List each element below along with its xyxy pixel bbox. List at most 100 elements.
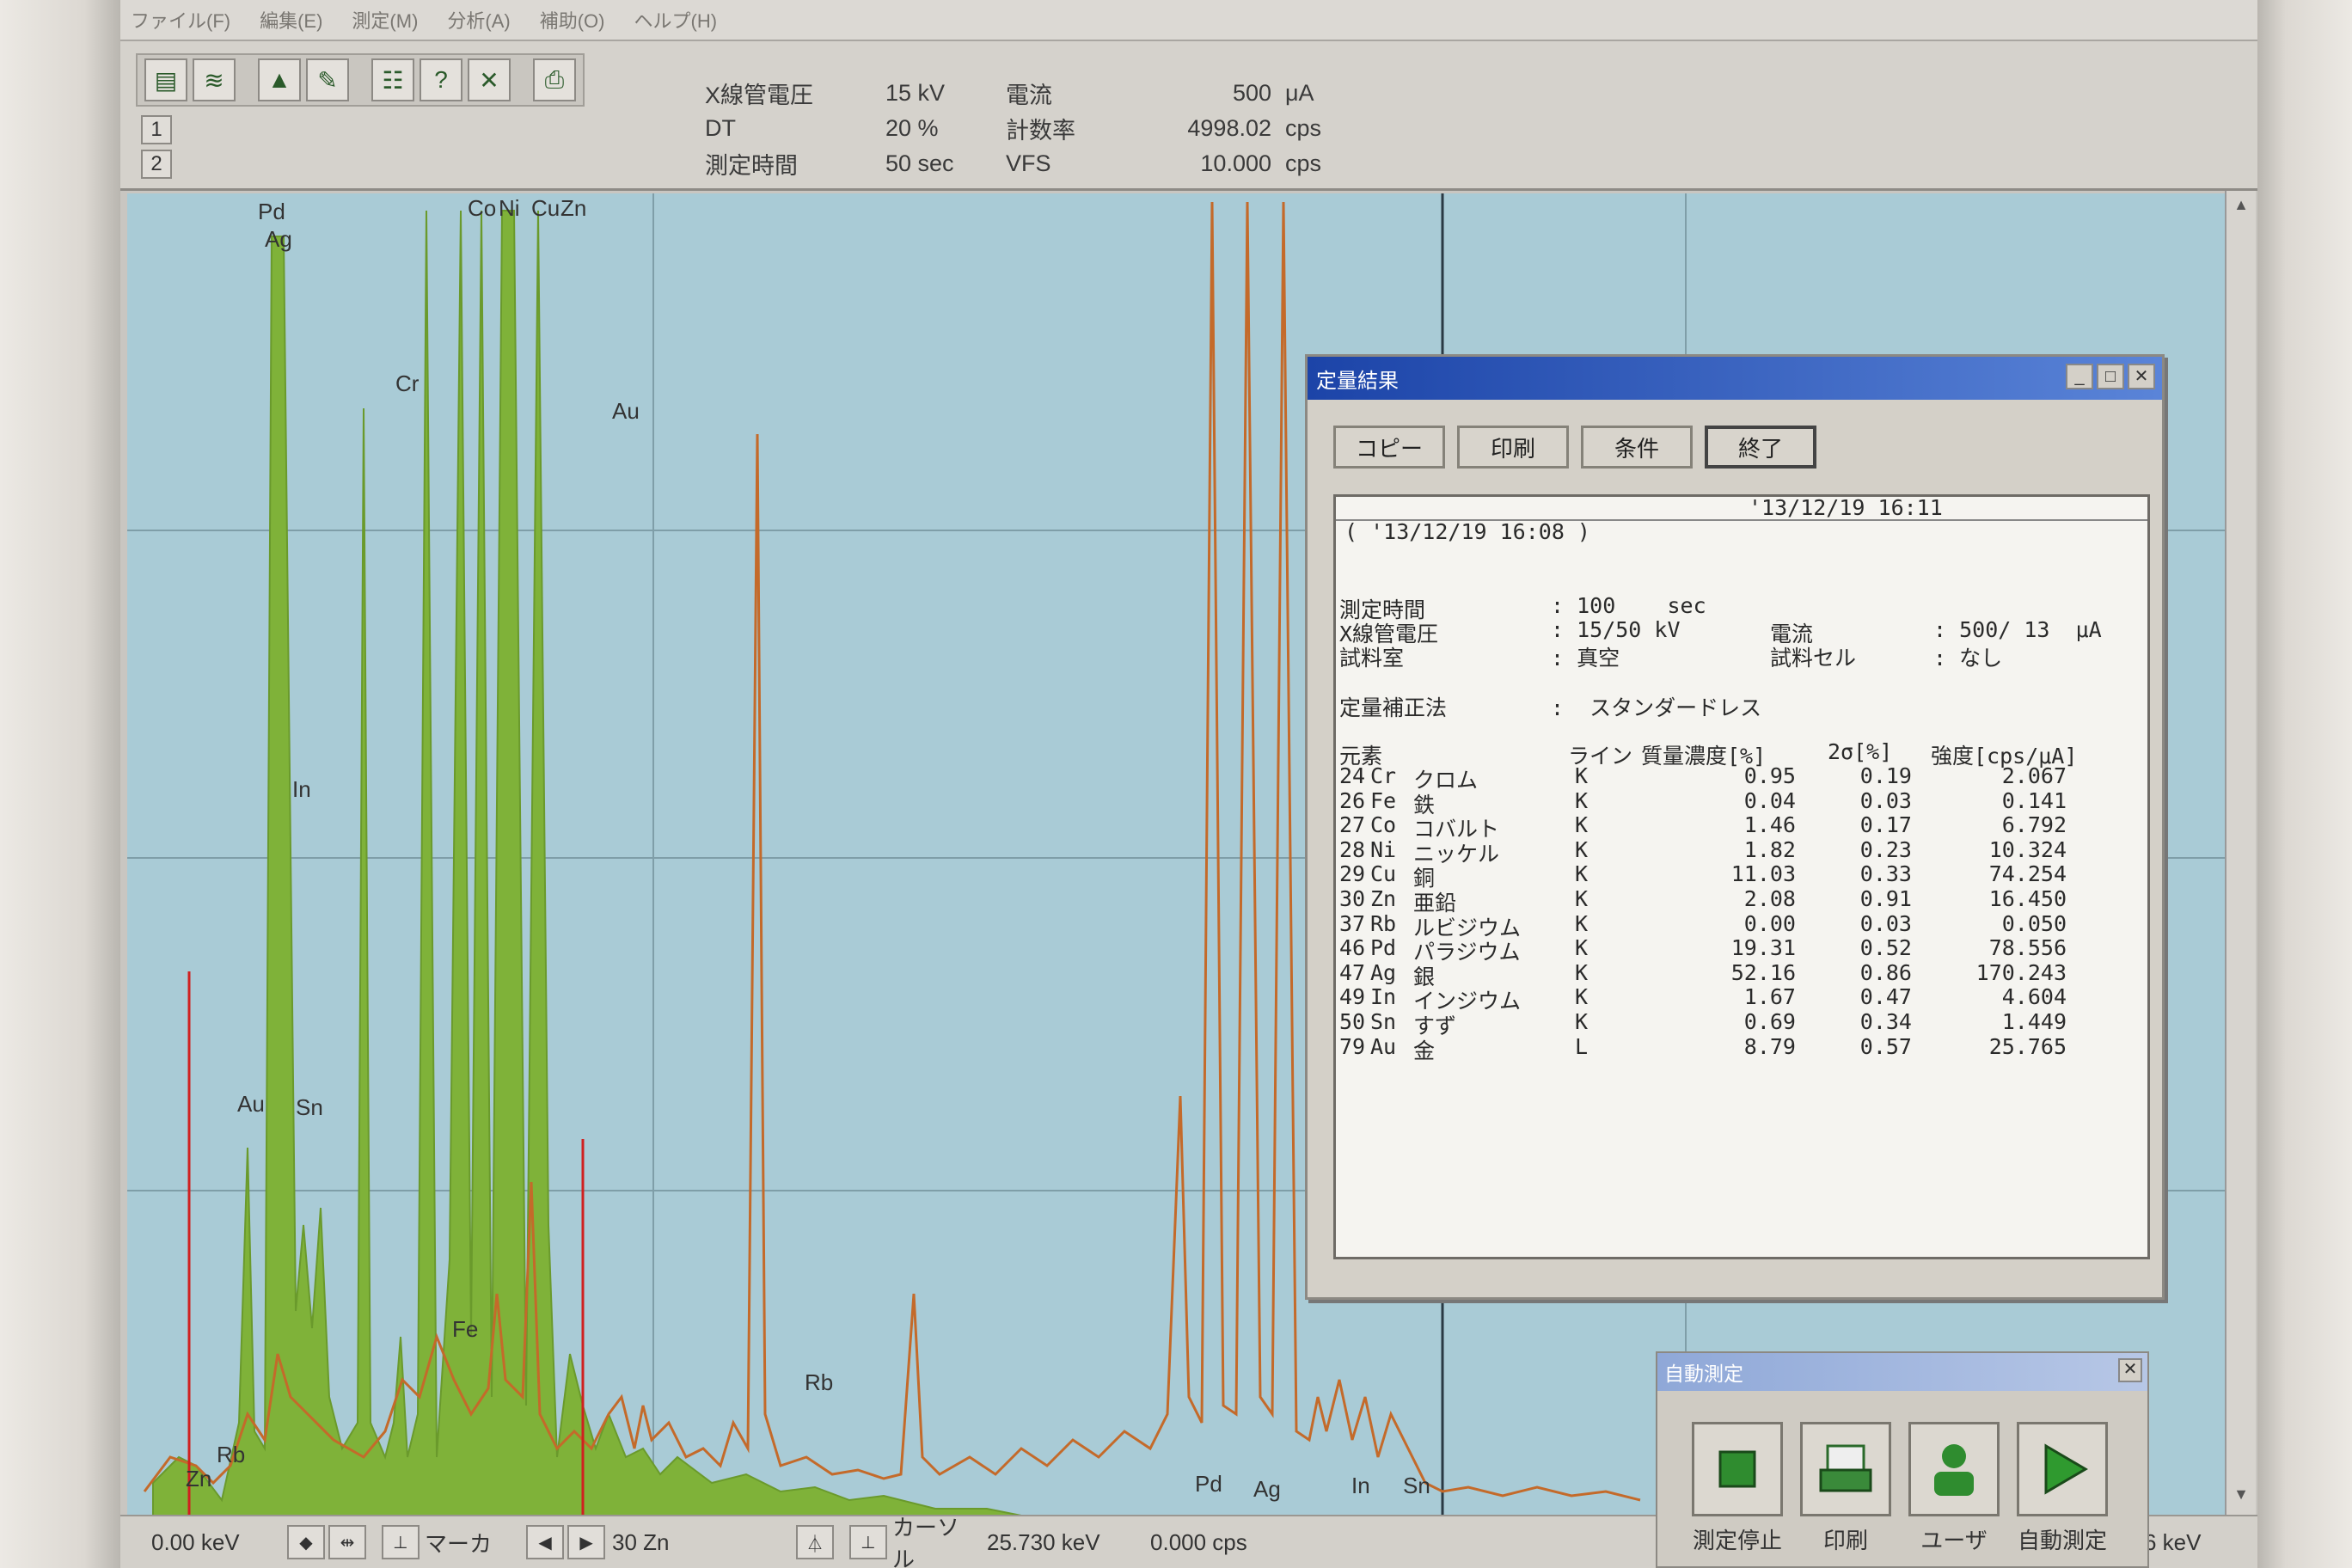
spectrum-scrollbar[interactable]: ▲ ▼ bbox=[2225, 191, 2256, 1515]
row-intensity: 78.556 bbox=[1988, 935, 2067, 961]
menu-edit[interactable]: 編集(E) bbox=[260, 6, 322, 34]
row-sigma: 0.33 bbox=[1859, 861, 1912, 887]
dt-value: 20 % bbox=[885, 115, 939, 141]
row-line: K bbox=[1575, 836, 1589, 862]
maximize-icon[interactable]: □ bbox=[2097, 364, 2124, 389]
peak-label-ni: Ni bbox=[499, 195, 520, 221]
stop-measure-button[interactable] bbox=[1692, 1422, 1783, 1516]
graph-icon[interactable]: ▲ bbox=[258, 58, 301, 101]
user-icon bbox=[1934, 1444, 1974, 1496]
help-icon[interactable]: ? bbox=[420, 58, 462, 101]
row-concentration: 1.82 bbox=[1743, 836, 1796, 862]
peak-label-rb: Rb bbox=[805, 1369, 833, 1395]
peak-label-in: In bbox=[292, 776, 311, 802]
row-symbol: In bbox=[1370, 984, 1397, 1010]
row-line: K bbox=[1575, 787, 1589, 813]
row-line: K bbox=[1575, 886, 1589, 911]
row-sigma: 0.19 bbox=[1859, 763, 1912, 788]
row-symbol: Zn bbox=[1370, 886, 1397, 911]
marker-next-icon[interactable]: ▶ bbox=[567, 1525, 606, 1559]
menu-measure[interactable]: 測定(M) bbox=[352, 6, 418, 34]
row-concentration: 1.67 bbox=[1743, 984, 1796, 1010]
menu-file[interactable]: ファイル(F) bbox=[131, 6, 230, 34]
peak-icon[interactable]: ⏃ bbox=[796, 1525, 835, 1559]
start-energy: 0.00 keV bbox=[151, 1528, 240, 1555]
edit-graph-icon[interactable]: ✎ bbox=[306, 58, 349, 101]
row-concentration: 0.04 bbox=[1743, 787, 1796, 813]
minimize-icon[interactable]: _ bbox=[2066, 364, 2093, 389]
row-atomic-number: 28 bbox=[1339, 836, 1366, 862]
voltage-label: X線管電圧 bbox=[705, 83, 814, 108]
trace-2-button[interactable]: 2 bbox=[141, 150, 172, 179]
menu-aux[interactable]: 補助(O) bbox=[540, 6, 605, 34]
peak-label-sn: Sn bbox=[296, 1094, 323, 1120]
trace-1-button[interactable]: 1 bbox=[141, 115, 172, 144]
zoom-in-icon[interactable]: ◆ bbox=[287, 1525, 325, 1559]
row-sigma: 0.03 bbox=[1859, 787, 1912, 813]
zoom-out-icon[interactable]: ⇹ bbox=[328, 1525, 366, 1559]
row-line: K bbox=[1575, 763, 1589, 788]
scroll-up-icon[interactable]: ▲ bbox=[2230, 196, 2252, 218]
end-button[interactable]: 終了 bbox=[1705, 426, 1816, 469]
peak-label-zn-low: Zn bbox=[186, 1466, 211, 1491]
spectrum-overlay-icon[interactable]: ≋ bbox=[193, 58, 236, 101]
cancel-icon[interactable]: ✕ bbox=[468, 58, 511, 101]
toolbar-area: ▤ ≋ ▲ ✎ ☷ ? ✕ ⎙ 1 2 X線管電圧 15 kV 電流 500 μ… bbox=[120, 41, 2257, 191]
copy-button[interactable]: コピー bbox=[1333, 426, 1445, 469]
row-sigma: 0.91 bbox=[1859, 886, 1912, 911]
auto-close-icon[interactable]: ✕ bbox=[2118, 1358, 2142, 1382]
cursor-cps: 0.000 cps bbox=[1150, 1528, 1247, 1555]
row-sigma: 0.86 bbox=[1859, 959, 1912, 985]
row-concentration: 19.31 bbox=[1730, 935, 1796, 961]
sample-room-value: : 真空 bbox=[1551, 646, 1620, 671]
peak-label-zn: Zn bbox=[560, 195, 586, 221]
quant-result-text[interactable]: '13/12/19 16:11 ( '13/12/19 16:08 ) 測定時間… bbox=[1333, 494, 2150, 1259]
voltage-value: 15 kV bbox=[885, 80, 946, 106]
monitor-bezel-left bbox=[0, 0, 120, 1568]
measurement-info: X線管電圧 15 kV 電流 500 μA DT 20 % 計数率 4998.0… bbox=[705, 76, 1363, 181]
table-icon[interactable]: ☷ bbox=[371, 58, 414, 101]
row-atomic-number: 24 bbox=[1339, 763, 1366, 788]
menu-analysis[interactable]: 分析(A) bbox=[447, 6, 510, 34]
print-icon[interactable]: ⎙ bbox=[533, 58, 576, 101]
measure-datetime: ( '13/12/19 16:08 ) bbox=[1344, 519, 1590, 544]
current-label: 電流 bbox=[1006, 83, 1052, 108]
row-intensity: 1.449 bbox=[2001, 1009, 2067, 1034]
cursor-icon[interactable]: ⊥ bbox=[849, 1525, 888, 1559]
row-symbol: Ni bbox=[1370, 836, 1397, 862]
printer-icon bbox=[1819, 1444, 1872, 1492]
row-symbol: Rb bbox=[1370, 910, 1397, 936]
row-concentration: 2.08 bbox=[1743, 886, 1796, 911]
row-intensity: 74.254 bbox=[1988, 861, 2067, 887]
row-atomic-number: 37 bbox=[1339, 910, 1366, 936]
auto-measure-button[interactable] bbox=[2017, 1422, 2108, 1516]
row-symbol: Cu bbox=[1370, 861, 1397, 887]
meas-time-value: : 100 sec bbox=[1551, 593, 1706, 618]
menu-help[interactable]: ヘルプ(H) bbox=[634, 6, 718, 34]
marker-icon[interactable]: ⊥ bbox=[382, 1525, 420, 1559]
spectrum-list-icon[interactable]: ▤ bbox=[144, 58, 187, 101]
count-rate-unit: cps bbox=[1285, 115, 1322, 141]
user-button[interactable] bbox=[1908, 1422, 2000, 1516]
peak-label-in-k: In bbox=[1351, 1473, 1370, 1498]
vfs-label: VFS bbox=[1006, 150, 1051, 176]
conditions-button[interactable]: 条件 bbox=[1581, 426, 1693, 469]
peak-label-ag-k: Ag bbox=[1253, 1476, 1281, 1502]
peak-label-cu: Cu bbox=[531, 195, 560, 221]
quant-result-dialog: 定量結果 _ □ ✕ コピー 印刷 条件 終了 '13/12/19 16:11 … bbox=[1305, 354, 2165, 1300]
scroll-down-icon[interactable]: ▼ bbox=[2230, 1485, 2252, 1508]
print-report-button[interactable] bbox=[1800, 1422, 1891, 1516]
peak-label-fe: Fe bbox=[452, 1316, 478, 1342]
row-atomic-number: 46 bbox=[1339, 935, 1366, 961]
marker-prev-icon[interactable]: ◀ bbox=[526, 1525, 565, 1559]
row-intensity: 10.324 bbox=[1988, 836, 2067, 862]
close-icon[interactable]: ✕ bbox=[2128, 364, 2155, 389]
row-concentration: 52.16 bbox=[1730, 959, 1796, 985]
auto-measure-title: 自動測定 bbox=[1664, 1363, 1743, 1385]
peak-label-cr: Cr bbox=[395, 371, 420, 396]
print-button[interactable]: 印刷 bbox=[1457, 426, 1569, 469]
row-concentration: 0.95 bbox=[1743, 763, 1796, 788]
quant-title-bar[interactable]: 定量結果 _ □ ✕ bbox=[1308, 357, 2162, 400]
row-symbol: Ag bbox=[1370, 959, 1397, 985]
auto-measure-title-bar[interactable]: 自動測定 ✕ bbox=[1657, 1353, 2147, 1391]
